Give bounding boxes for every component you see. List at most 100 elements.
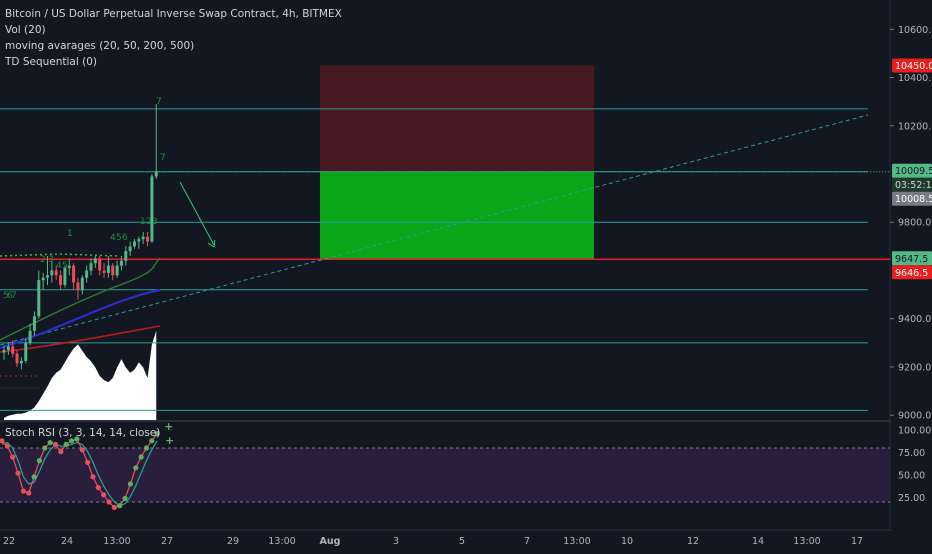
bar-countdown-label: 03:52:14 — [895, 180, 932, 191]
candle-body[interactable] — [19, 360, 23, 364]
stoch-k-point — [106, 499, 112, 505]
time-tick-label: 13:00 — [268, 536, 295, 547]
stoch-k-point — [85, 459, 91, 465]
candle-body[interactable] — [41, 277, 45, 281]
candle-body[interactable] — [102, 270, 106, 273]
tradingview-chart[interactable]: 5671234512345677 ++ 10600.010400.010200.… — [0, 0, 932, 550]
stoch-k-point — [122, 495, 128, 501]
candle-body[interactable] — [141, 236, 145, 240]
candle-body[interactable] — [54, 270, 58, 276]
td-count-label: 3 — [48, 255, 54, 265]
candle-body[interactable] — [133, 241, 136, 247]
candle-body[interactable] — [59, 275, 63, 285]
candle-body[interactable] — [85, 270, 89, 278]
td-count-label: 2 — [146, 217, 152, 227]
study-stoch-rsi[interactable]: Stoch RSI (3, 3, 14, 14, close) — [5, 427, 160, 439]
candle-body[interactable] — [128, 246, 132, 252]
candle-body[interactable] — [67, 265, 71, 269]
study-moving-averages[interactable]: moving avarages (20, 50, 200, 500) — [5, 38, 342, 54]
stoch-k-point — [20, 488, 26, 494]
time-tick-label: 29 — [227, 536, 239, 547]
candle-body[interactable] — [80, 277, 84, 290]
chart-legend: Bitcoin / US Dollar Perpetual Inverse Sw… — [5, 6, 342, 70]
stoch-k-point — [138, 454, 144, 460]
candle-body[interactable] — [150, 176, 154, 242]
stop-price-label: 10450.0 — [895, 61, 932, 72]
stoch-k-point — [4, 443, 10, 449]
stoch-k-point — [117, 503, 123, 509]
study-td-sequential[interactable]: TD Sequential (0) — [5, 54, 342, 70]
candle-body[interactable] — [154, 171, 158, 177]
stoch-k-point — [52, 441, 59, 447]
candle-body[interactable] — [6, 346, 10, 351]
time-tick-label: 10 — [621, 536, 633, 547]
td-count-label: 6 — [122, 233, 128, 243]
candle-body[interactable] — [28, 330, 32, 343]
price-tick-label: 9000.0 — [898, 411, 931, 422]
td-count-label: 3 — [152, 217, 158, 227]
time-tick-label: Aug — [320, 536, 341, 547]
time-tick-label: 24 — [61, 536, 73, 547]
candle-body[interactable] — [98, 258, 102, 271]
candle-body[interactable] — [37, 280, 41, 317]
stoch-tick-label: 50.00 — [898, 471, 925, 482]
candle-body[interactable] — [32, 316, 36, 331]
time-tick-label: 7 — [524, 536, 530, 547]
price-tick-label: 10200.0 — [898, 121, 932, 132]
candle-body[interactable] — [15, 353, 19, 364]
stoch-k-point — [90, 474, 96, 480]
candle-body[interactable] — [115, 265, 119, 276]
candle-body[interactable] — [76, 282, 80, 290]
stoch-tick-label: 25.00 — [898, 493, 925, 504]
stoch-k-point — [15, 470, 21, 476]
candle-body[interactable] — [119, 260, 123, 266]
stoch-k-point — [58, 449, 64, 455]
stoch-tick-label: 100.00 — [898, 426, 931, 437]
candle-body[interactable] — [24, 342, 28, 361]
candle-body[interactable] — [93, 258, 97, 264]
stoch-k-point — [42, 445, 48, 451]
candle-body[interactable] — [124, 251, 128, 261]
stoch-k-point — [31, 474, 37, 480]
chart-canvas[interactable]: 5671234512345677 ++ 10600.010400.010200.… — [0, 0, 932, 550]
time-tick-label: 12 — [687, 536, 699, 547]
price-tick-label: 9800.0 — [898, 218, 931, 229]
td-count-label: 1 — [140, 217, 146, 227]
candle-body[interactable] — [11, 346, 15, 354]
td-count-label: 2 — [40, 255, 46, 265]
position-zones[interactable] — [320, 65, 594, 260]
study-volume[interactable]: Vol (20) — [5, 22, 342, 38]
candle-body[interactable] — [137, 239, 141, 242]
candle-body[interactable] — [146, 236, 150, 242]
time-tick-label: 5 — [459, 536, 465, 547]
time-tick-label: 13:00 — [103, 536, 130, 547]
ma-value-label: 9647.5 — [895, 254, 928, 265]
candle-body[interactable] — [46, 275, 49, 278]
stoch-k-point — [36, 458, 43, 464]
candle-body[interactable] — [2, 350, 6, 353]
candle-body[interactable] — [89, 263, 93, 271]
entry-price-label: 9646.5 — [895, 268, 928, 279]
stoch-k-point — [95, 485, 101, 491]
stop-loss-zone[interactable] — [320, 65, 594, 172]
stoch-plus-marker: + — [164, 420, 173, 433]
candle-body[interactable] — [106, 265, 110, 273]
stoch-plus-marker: + — [165, 434, 174, 447]
candle-body[interactable] — [50, 270, 54, 276]
take-profit-zone[interactable] — [320, 171, 594, 260]
candle-body[interactable] — [111, 265, 115, 276]
price-tick-label: 9200.0 — [898, 362, 931, 373]
stoch-k-point — [47, 440, 53, 446]
stoch-k-point — [143, 445, 150, 451]
price-tick-label: 10600.0 — [898, 25, 932, 36]
symbol-title[interactable]: Bitcoin / US Dollar Perpetual Inverse Sw… — [5, 6, 342, 22]
price-tick-label: 10400.0 — [898, 73, 932, 84]
time-tick-label: 14 — [752, 536, 764, 547]
stoch-k-point — [79, 447, 85, 453]
stoch-tick-label: 75.00 — [898, 448, 925, 459]
td-count-label: 7 — [156, 97, 162, 107]
time-tick-label: 13:00 — [793, 536, 820, 547]
td-count-label: 5 — [62, 261, 68, 271]
candle-body[interactable] — [72, 265, 76, 283]
stoch-k-point — [133, 465, 139, 471]
